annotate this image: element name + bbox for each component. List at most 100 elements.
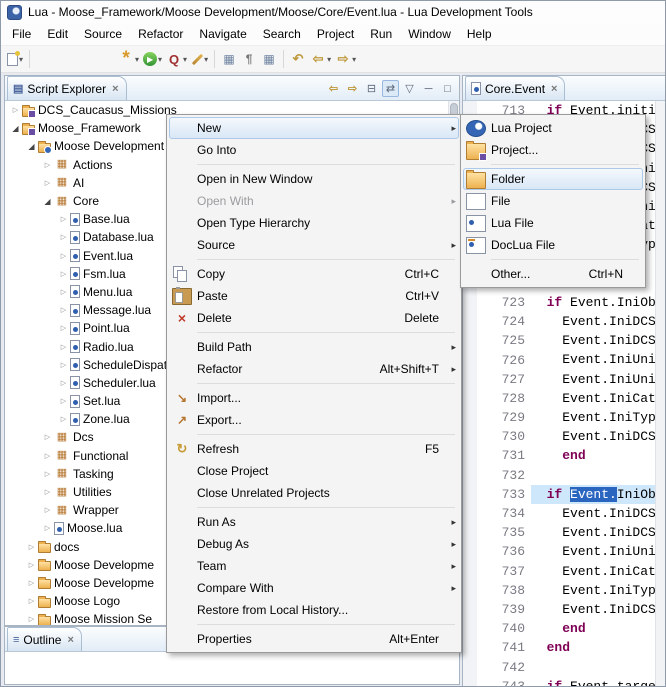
- menu-window[interactable]: Window: [400, 24, 459, 44]
- code-text[interactable]: if Event.IniObjectCategory == Object.Cat…: [531, 293, 655, 312]
- collapse-all-icon[interactable]: ⊟: [363, 80, 380, 97]
- menu-item-open-type-hierarchy[interactable]: Open Type Hierarchy: [169, 212, 459, 234]
- menu-item-lua-project[interactable]: Lua Project: [463, 117, 643, 139]
- expander-icon[interactable]: ▷: [25, 615, 38, 623]
- menu-item-go-into[interactable]: Go Into: [169, 139, 459, 161]
- menu-project[interactable]: Project: [309, 24, 362, 44]
- expander-icon[interactable]: ▷: [25, 579, 38, 587]
- tab-script-explorer[interactable]: ▤ Script Explorer ×: [7, 76, 127, 100]
- table-view-2-button[interactable]: ▦: [259, 48, 279, 70]
- expander-icon[interactable]: ▷: [25, 561, 38, 569]
- menu-item-run-as[interactable]: Run As▸: [169, 511, 459, 533]
- expander-icon[interactable]: ▷: [41, 470, 54, 478]
- code-text[interactable]: Event.IniDCSUnitName = Event.IniDCSUnit:…: [531, 331, 655, 350]
- menu-item-file[interactable]: File: [463, 190, 643, 212]
- menu-item-open-in-new-window[interactable]: Open in New Window: [169, 168, 459, 190]
- expander-icon[interactable]: ▷: [57, 306, 70, 314]
- expander-icon[interactable]: ▷: [57, 233, 70, 241]
- expander-icon[interactable]: ◢: [9, 124, 22, 133]
- code-text[interactable]: [531, 657, 655, 676]
- external-tools-dropdown[interactable]: ▾: [189, 48, 210, 70]
- expander-icon[interactable]: ▷: [57, 215, 70, 223]
- back-icon[interactable]: ⇦: [325, 80, 342, 97]
- expander-icon[interactable]: ▷: [41, 452, 54, 460]
- expander-icon[interactable]: ▷: [57, 343, 70, 351]
- expander-icon[interactable]: ▷: [41, 488, 54, 496]
- expander-icon[interactable]: ▷: [57, 324, 70, 332]
- menu-item-compare-with[interactable]: Compare With▸: [169, 577, 459, 599]
- close-icon[interactable]: ×: [112, 83, 118, 95]
- menu-search[interactable]: Search: [255, 24, 309, 44]
- expander-icon[interactable]: ▷: [57, 270, 70, 278]
- show-whitespace-button[interactable]: ¶: [239, 48, 259, 70]
- menu-item-open-with[interactable]: Open With▸: [169, 190, 459, 212]
- code-text[interactable]: Event.IniTypeName = Event.IniDCSUnit:get…: [531, 581, 655, 600]
- code-text[interactable]: Event.IniUnitName = Event.IniDCSUnitName: [531, 542, 655, 561]
- expander-icon[interactable]: ▷: [41, 179, 54, 187]
- expander-icon[interactable]: ◢: [41, 197, 54, 206]
- link-with-editor-toggle[interactable]: ⇄: [382, 80, 399, 97]
- code-text[interactable]: Event.IniDCSGroupName = Event.IniDCSUnit…: [531, 427, 655, 446]
- expander-icon[interactable]: ▷: [41, 524, 54, 532]
- expander-icon[interactable]: ▷: [57, 415, 70, 423]
- forward-icon[interactable]: ⇨: [344, 80, 361, 97]
- editor-scrollbar-thumb[interactable]: [656, 101, 666, 229]
- menu-item-debug-as[interactable]: Debug As▸: [169, 533, 459, 555]
- expander-icon[interactable]: ▷: [25, 597, 38, 605]
- menu-refactor[interactable]: Refactor: [130, 24, 191, 44]
- menu-item-close-unrelated-projects[interactable]: Close Unrelated Projects: [169, 482, 459, 504]
- code-text[interactable]: Event.IniTypeName = Event.IniDCSUnit:get…: [531, 408, 655, 427]
- menu-file[interactable]: File: [4, 24, 39, 44]
- close-icon[interactable]: ×: [67, 634, 73, 646]
- menu-item-import[interactable]: ↘Import...: [169, 387, 459, 409]
- minimize-icon[interactable]: ─: [420, 80, 437, 97]
- menu-item-build-path[interactable]: Build Path▸: [169, 336, 459, 358]
- menu-item-folder[interactable]: Folder: [463, 168, 643, 190]
- menu-item-refactor[interactable]: RefactorAlt+Shift+T▸: [169, 358, 459, 380]
- menu-help[interactable]: Help: [459, 24, 500, 44]
- menu-item-source[interactable]: Source▸: [169, 234, 459, 256]
- coverage-dropdown[interactable]: Q▾: [164, 48, 189, 70]
- expander-icon[interactable]: ▷: [57, 288, 70, 296]
- table-view-button[interactable]: ▦: [219, 48, 239, 70]
- menu-item-team[interactable]: Team▸: [169, 555, 459, 577]
- code-text[interactable]: Event.IniCategory = Event.IniDCSUnit:get…: [531, 389, 655, 408]
- code-text[interactable]: Event.IniDCSGroupName = Event.IniDCSUnit…: [531, 600, 655, 619]
- expander-icon[interactable]: ▷: [41, 506, 54, 514]
- expander-icon[interactable]: ▷: [57, 361, 70, 369]
- close-icon[interactable]: ×: [551, 83, 557, 95]
- tab-core-event[interactable]: Core.Event ×: [465, 76, 565, 100]
- code-text[interactable]: Event.IniUnitName = Event.IniDCSUnitName: [531, 350, 655, 369]
- code-text[interactable]: end: [531, 619, 655, 638]
- menu-item-lua-file[interactable]: Lua File: [463, 212, 643, 234]
- debug-dropdown[interactable]: *▾: [116, 48, 141, 70]
- menu-item-new[interactable]: New▸: [169, 117, 459, 139]
- code-text[interactable]: [531, 466, 655, 485]
- menu-item-export[interactable]: ↗Export...: [169, 409, 459, 431]
- expander-icon[interactable]: ▷: [57, 397, 70, 405]
- expander-icon[interactable]: ▷: [57, 252, 70, 260]
- menu-item-project[interactable]: Project...: [463, 139, 643, 161]
- menu-item-doclua-file[interactable]: DocLua File: [463, 234, 643, 256]
- menu-item-paste[interactable]: PasteCtrl+V: [169, 285, 459, 307]
- new-dropdown[interactable]: ▾: [5, 48, 25, 70]
- menu-navigate[interactable]: Navigate: [191, 24, 254, 44]
- view-menu-icon[interactable]: ▽: [401, 80, 418, 97]
- code-text[interactable]: Event.IniUnit = STATIC:FindByName( Event…: [531, 370, 655, 389]
- forward-dropdown[interactable]: ⇨▾: [333, 48, 358, 70]
- code-text[interactable]: if Event.target then: [531, 677, 655, 687]
- code-text[interactable]: Event.IniDCSUnitName = Event.IniDCSUnit:…: [531, 523, 655, 542]
- run-dropdown[interactable]: ▶▾: [141, 48, 164, 70]
- expander-icon[interactable]: ▷: [9, 106, 22, 114]
- menu-item-refresh[interactable]: ↻RefreshF5: [169, 438, 459, 460]
- menu-item-restore-from-local-history[interactable]: Restore from Local History...: [169, 599, 459, 621]
- maximize-icon[interactable]: □: [439, 80, 456, 97]
- menu-edit[interactable]: Edit: [39, 24, 76, 44]
- last-edit-location-button[interactable]: ↶: [288, 48, 308, 70]
- back-dropdown[interactable]: ⇦▾: [308, 48, 333, 70]
- expander-icon[interactable]: ▷: [41, 161, 54, 169]
- editor-scrollbar[interactable]: [655, 101, 666, 687]
- code-text[interactable]: if Event.IniObjectCategory == Object.Cat…: [531, 485, 655, 504]
- menu-source[interactable]: Source: [76, 24, 130, 44]
- expander-icon[interactable]: ▷: [41, 433, 54, 441]
